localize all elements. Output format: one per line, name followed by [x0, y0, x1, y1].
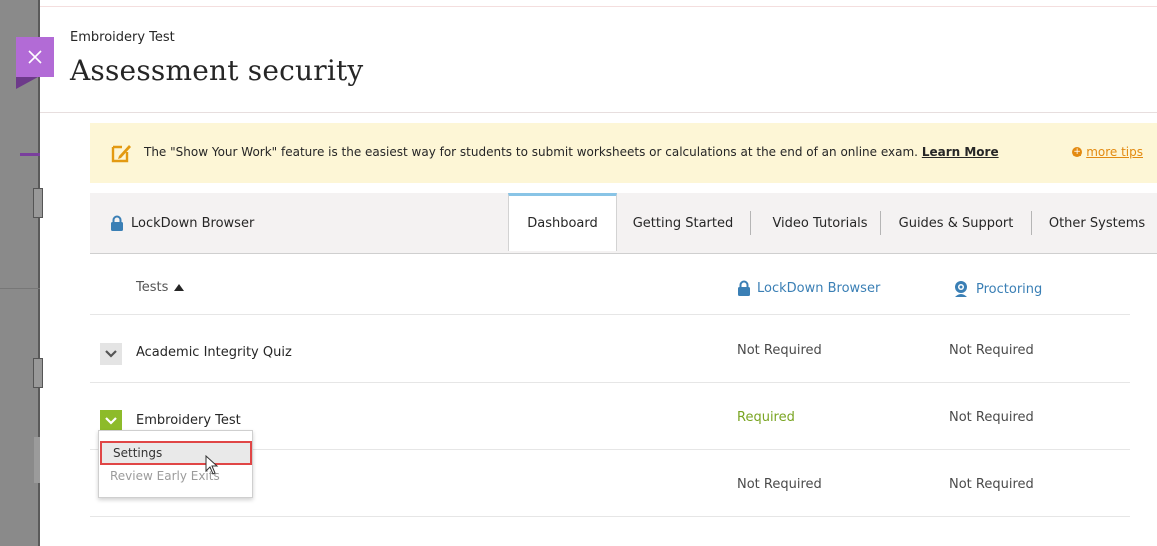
- lockdown-header-label: LockDown Browser: [757, 280, 881, 296]
- tab-guides-support[interactable]: Guides & Support: [890, 193, 1022, 253]
- background-field-2: [33, 358, 43, 388]
- learn-more-link[interactable]: Learn More: [922, 145, 999, 159]
- close-button[interactable]: [16, 37, 54, 77]
- menu-item-settings[interactable]: Settings: [100, 441, 252, 465]
- tab-separator: [880, 211, 881, 235]
- tip-text-container: The "Show Your Work" feature is the easi…: [144, 145, 999, 159]
- sort-ascending-icon: [174, 284, 185, 291]
- webcam-icon: [955, 281, 967, 297]
- proctoring-status: Not Required: [949, 477, 1034, 492]
- lockdown-status: Not Required: [737, 343, 822, 358]
- tests-column-header[interactable]: Tests: [136, 280, 185, 295]
- lockdown-status: Not Required: [737, 477, 822, 492]
- page-title: Assessment security: [70, 54, 364, 87]
- breadcrumb: Embroidery Test: [70, 30, 175, 45]
- tips-banner: The "Show Your Work" feature is the easi…: [90, 123, 1157, 183]
- chevron-down-icon: [105, 417, 117, 425]
- test-name[interactable]: Embroidery Test: [136, 413, 241, 428]
- tab-getting-started[interactable]: Getting Started: [627, 193, 739, 253]
- background-tab-underline: [20, 153, 40, 156]
- proctoring-status: Not Required: [949, 410, 1034, 425]
- tab-separator: [1031, 211, 1032, 235]
- lock-icon: [111, 215, 123, 231]
- tab-separator: [750, 211, 751, 235]
- expand-row-button[interactable]: [100, 410, 122, 432]
- lockdown-brand: LockDown Browser: [110, 215, 254, 231]
- header-divider: [40, 112, 1157, 113]
- tab-video-tutorials[interactable]: Video Tutorials: [760, 193, 880, 253]
- background-divider: [0, 288, 40, 289]
- tests-header-label: Tests: [136, 280, 169, 295]
- row-divider: [90, 516, 1130, 517]
- lock-icon: [738, 280, 750, 296]
- proctoring-header-label: Proctoring: [976, 281, 1043, 297]
- menu-item-review-early-exits[interactable]: Review Early Exits: [99, 465, 252, 487]
- panel-top-border: [40, 6, 1157, 7]
- more-tips-label: more tips: [1086, 145, 1143, 159]
- mouse-cursor-icon: [205, 455, 219, 475]
- chevron-down-icon: [105, 350, 117, 358]
- tab-dashboard[interactable]: Dashboard: [508, 193, 617, 251]
- row-divider: [90, 314, 1130, 315]
- background-field: [33, 188, 43, 218]
- lockdown-status: Required: [737, 410, 795, 425]
- brand-label: LockDown Browser: [131, 215, 255, 231]
- background-block: [34, 437, 40, 483]
- row-divider: [90, 382, 1130, 383]
- tip-text: The "Show Your Work" feature is the easi…: [144, 145, 918, 159]
- close-icon: [28, 50, 42, 64]
- expand-row-button[interactable]: [100, 343, 122, 365]
- close-button-fold: [16, 77, 38, 89]
- tab-bar: LockDown Browser Dashboard Getting Start…: [90, 193, 1157, 254]
- row-actions-menu: Settings Review Early Exits: [98, 430, 253, 498]
- tab-other-systems[interactable]: Other Systems: [1042, 193, 1152, 253]
- plus-circle-icon: +: [1072, 147, 1083, 157]
- proctoring-column-header[interactable]: Proctoring: [952, 280, 1042, 298]
- more-tips-link[interactable]: + more tips: [1072, 145, 1143, 159]
- edit-note-icon: [111, 145, 131, 163]
- proctoring-status: Not Required: [949, 343, 1034, 358]
- test-name[interactable]: Academic Integrity Quiz: [136, 345, 292, 360]
- lockdown-column-header[interactable]: LockDown Browser: [737, 280, 880, 296]
